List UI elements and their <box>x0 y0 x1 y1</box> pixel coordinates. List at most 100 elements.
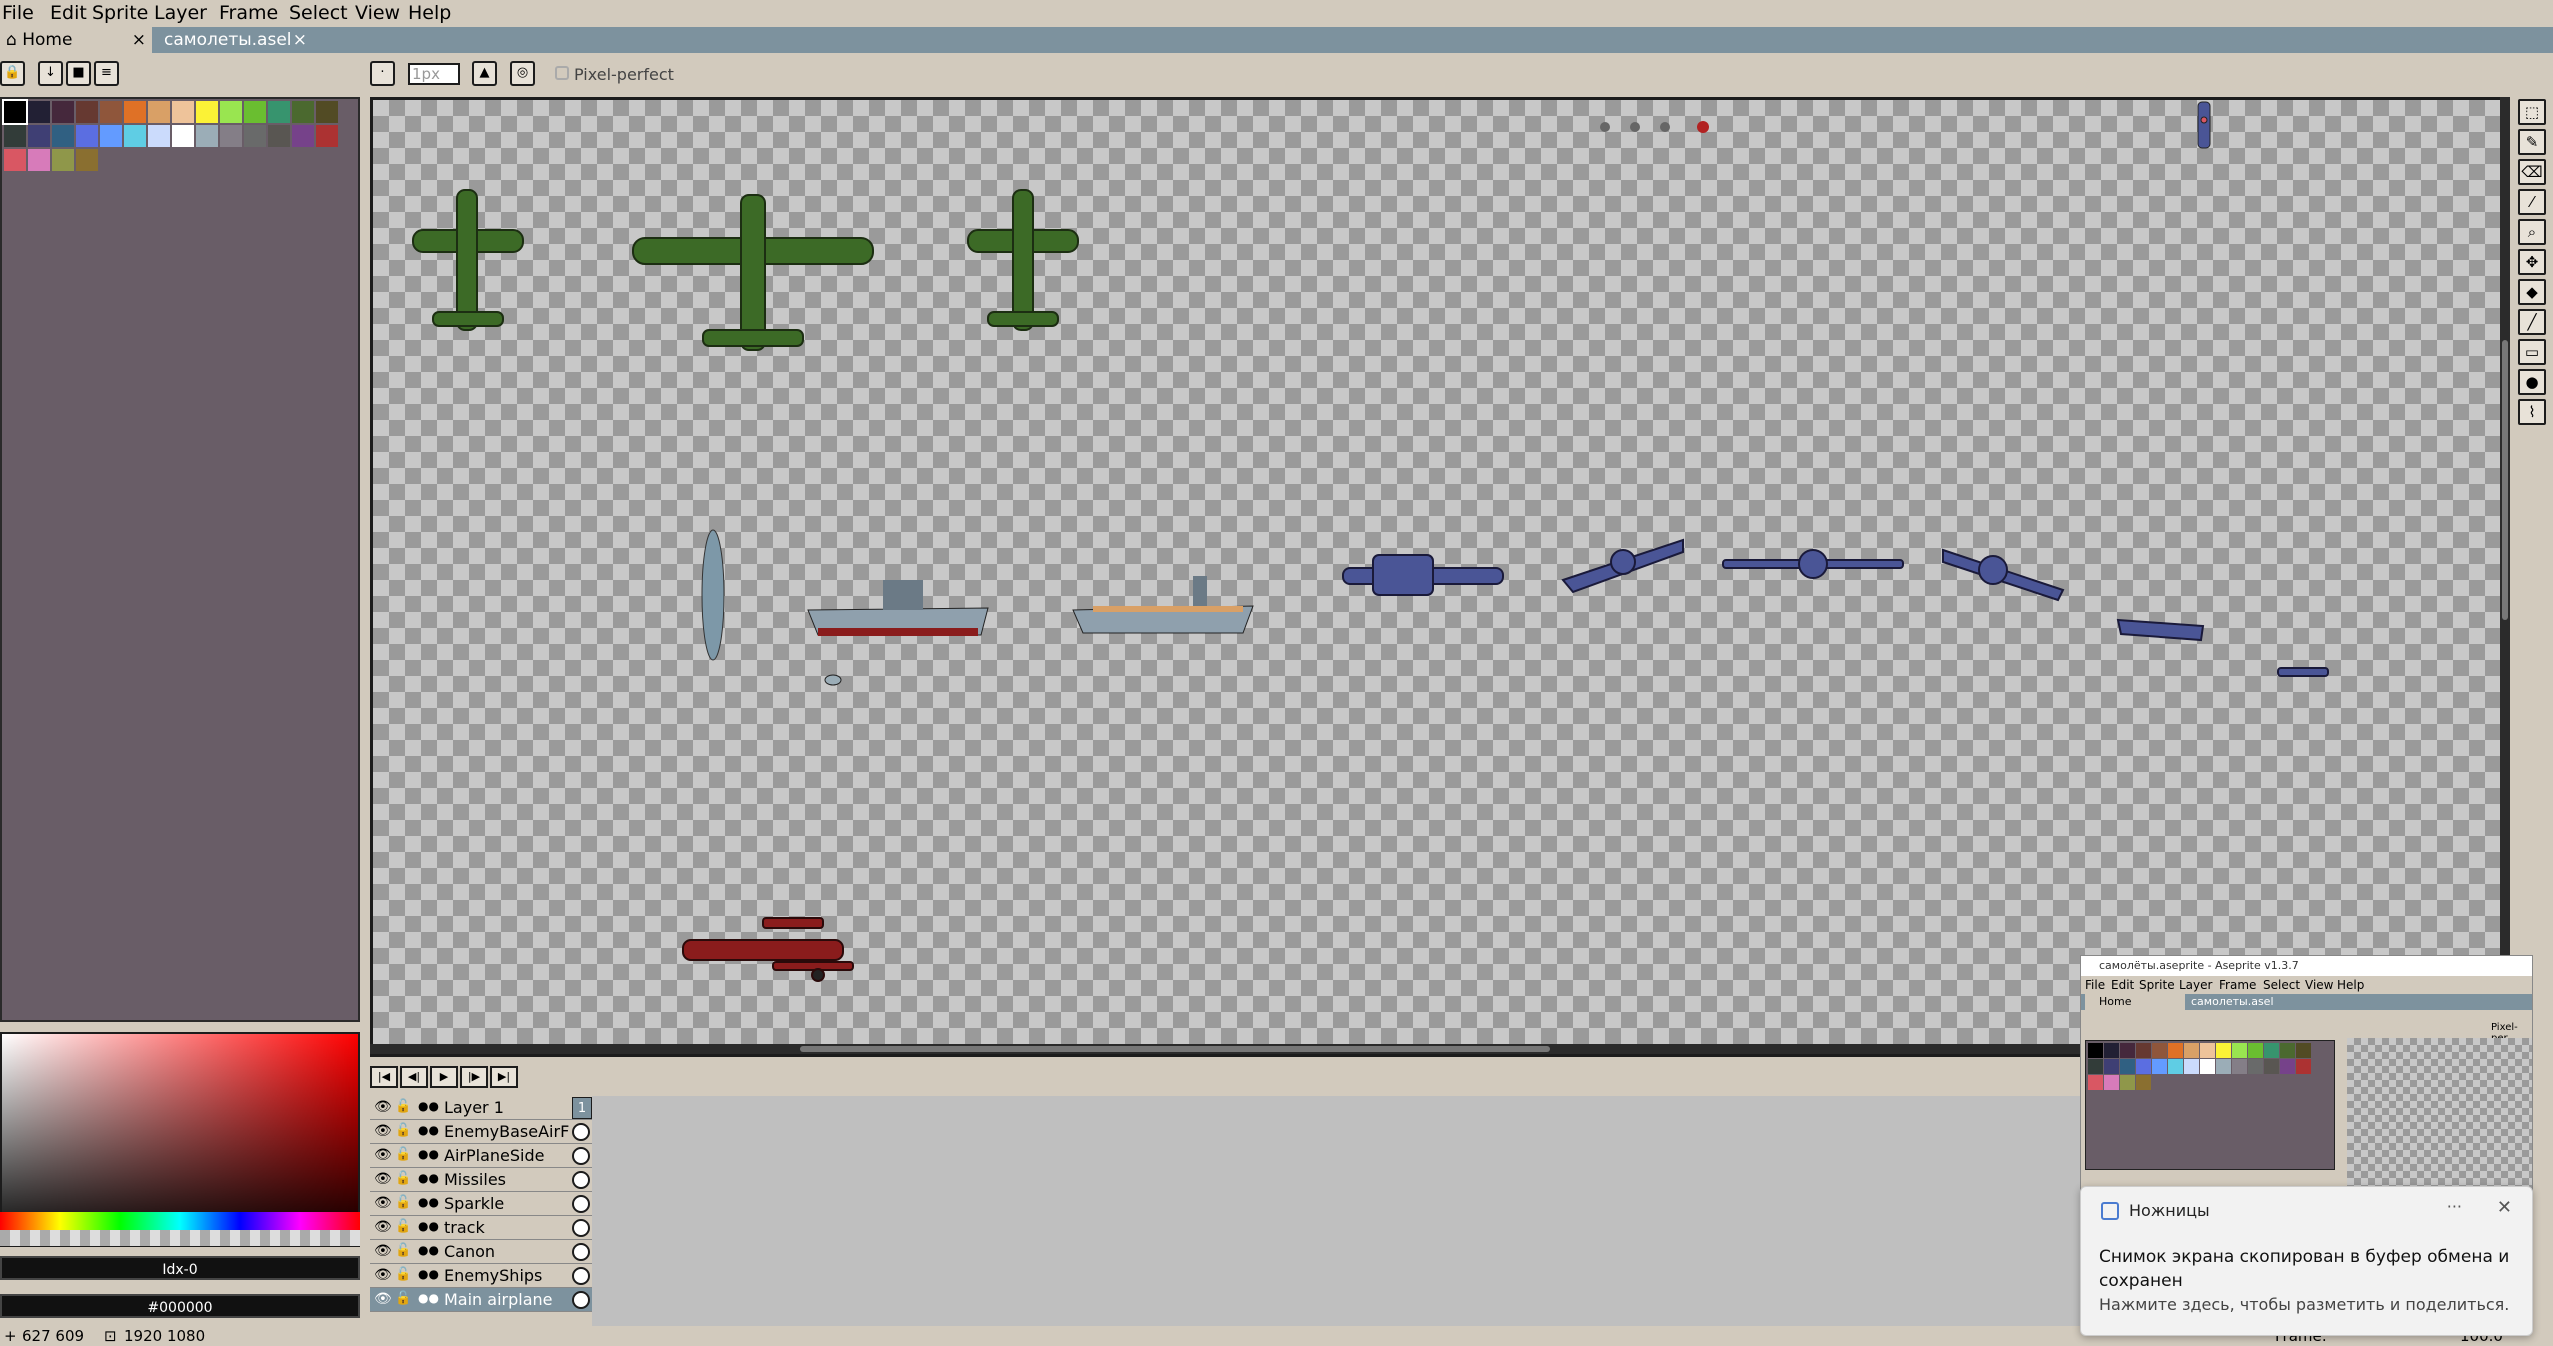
visibility-icon[interactable]: 👁 <box>374 1099 392 1115</box>
palette-swatch[interactable] <box>244 125 266 147</box>
continuous-icon[interactable]: ●● <box>418 1123 439 1137</box>
menu-select[interactable]: Select <box>289 0 348 27</box>
visibility-icon[interactable]: 👁 <box>374 1267 392 1283</box>
snipping-notification[interactable]: Ножницы ··· ✕ Снимок экрана скопирован в… <box>2080 1186 2533 1336</box>
cel[interactable] <box>572 1123 590 1141</box>
continuous-icon[interactable]: ●● <box>418 1291 439 1305</box>
palette-swatch[interactable] <box>28 149 50 171</box>
cel[interactable] <box>572 1291 590 1309</box>
visibility-icon[interactable]: 👁 <box>374 1195 392 1211</box>
move-tool-icon[interactable]: ✥ <box>2518 249 2546 275</box>
tab-home-close-icon[interactable]: × <box>132 27 146 53</box>
palette-swatch[interactable] <box>268 125 290 147</box>
menu-sprite[interactable]: Sprite <box>92 0 148 27</box>
cel[interactable] <box>572 1219 590 1237</box>
eyedropper-tool-icon[interactable]: ⁄ <box>2518 189 2546 215</box>
palette-swatch[interactable] <box>100 101 122 123</box>
palette-swatch[interactable] <box>220 101 242 123</box>
menu-edit[interactable]: Edit <box>50 0 87 27</box>
palette-swatch[interactable] <box>268 101 290 123</box>
continuous-icon[interactable]: ●● <box>418 1243 439 1257</box>
blur-tool-icon[interactable]: ● <box>2518 369 2546 395</box>
visibility-icon[interactable]: 👁 <box>374 1171 392 1187</box>
opacity-icon[interactable]: ◎ <box>510 61 535 86</box>
palette-swatch[interactable] <box>52 149 74 171</box>
lock-icon[interactable]: 🔓 <box>395 1243 411 1258</box>
layer-row-selected[interactable]: 👁 🔓 ●● Main airplane <box>370 1288 592 1312</box>
pencil-tool-icon[interactable]: ✎ <box>2518 129 2546 155</box>
timeline-area[interactable] <box>370 1096 2085 1326</box>
play-icon[interactable]: ▶ <box>430 1066 458 1088</box>
tab-home[interactable]: ⌂ Home × <box>0 27 154 53</box>
palette-swatch[interactable] <box>100 125 122 147</box>
palette-swatch[interactable] <box>148 101 170 123</box>
palette-swatch[interactable] <box>76 101 98 123</box>
snip-preview-window[interactable]: самолёты.aseprite - Aseprite v1.3.7 File… <box>2080 955 2533 1195</box>
sprite-canvas[interactable] <box>370 97 2505 1057</box>
marquee-tool-icon[interactable]: ⬚ <box>2518 99 2546 125</box>
menu-file[interactable]: File <box>2 0 34 27</box>
color-hex-field[interactable]: #000000 <box>0 1294 360 1318</box>
layer-row[interactable]: 👁 🔓 ●● Missiles <box>370 1168 592 1192</box>
palette-swatch[interactable] <box>52 101 74 123</box>
palette-swatch[interactable] <box>220 125 242 147</box>
line-tool-icon[interactable]: ╱ <box>2518 309 2546 335</box>
zoom-tool-icon[interactable]: ⌕ <box>2518 219 2546 245</box>
more-options-icon[interactable]: ··· <box>2447 1197 2462 1216</box>
palette-swatch[interactable] <box>316 125 338 147</box>
palette-swatch[interactable] <box>28 101 50 123</box>
ink-icon[interactable]: ▲ <box>472 61 497 86</box>
cel[interactable] <box>572 1195 590 1213</box>
layer-row[interactable]: 👁 🔓 ●● Canon <box>370 1240 592 1264</box>
tab-file-close-icon[interactable]: × <box>293 27 307 53</box>
layer-row[interactable]: 👁 🔓 ●● EnemyShips <box>370 1264 592 1288</box>
smudge-tool-icon[interactable]: ⌇ <box>2518 399 2546 425</box>
lock-icon[interactable]: 🔓 <box>395 1195 411 1210</box>
visibility-icon[interactable]: 👁 <box>374 1243 392 1259</box>
rectangle-tool-icon[interactable]: ▭ <box>2518 339 2546 365</box>
palette-swatch[interactable] <box>52 125 74 147</box>
prev-frame-icon[interactable]: ◀| <box>400 1066 428 1088</box>
visibility-icon[interactable]: 👁 <box>374 1147 392 1163</box>
vertical-scrollbar-thumb[interactable] <box>2502 340 2508 620</box>
download-icon[interactable]: ↓ <box>38 61 63 86</box>
palette-swatch[interactable] <box>4 125 26 147</box>
palette-swatch[interactable] <box>172 101 194 123</box>
palette-swatch[interactable] <box>76 125 98 147</box>
lock-icon[interactable]: 🔓 <box>395 1267 411 1282</box>
next-frame-icon[interactable]: |▶ <box>460 1066 488 1088</box>
layer-row[interactable]: 👁 🔓 ●● AirPlaneSide <box>370 1144 592 1168</box>
menu-view[interactable]: View <box>355 0 400 27</box>
palette-swatch[interactable] <box>316 101 338 123</box>
cel[interactable] <box>572 1243 590 1261</box>
visibility-icon[interactable]: 👁 <box>374 1219 392 1235</box>
menu-frame[interactable]: Frame <box>219 0 278 27</box>
hue-slider[interactable] <box>0 1212 360 1230</box>
continuous-icon[interactable]: ●● <box>418 1267 439 1281</box>
brush-type-icon[interactable]: · <box>370 61 395 86</box>
palette-swatch[interactable] <box>196 101 218 123</box>
visibility-icon[interactable]: 👁 <box>374 1291 392 1307</box>
layer-row[interactable]: 👁 🔓 ●● Layer 1 <box>370 1096 592 1120</box>
close-icon[interactable]: ✕ <box>2497 1197 2512 1218</box>
pixel-perfect-checkbox[interactable] <box>555 66 569 80</box>
menu-icon[interactable]: ≡ <box>94 61 119 86</box>
layer-row[interactable]: 👁 🔓 ●● EnemyBaseAirF <box>370 1120 592 1144</box>
palette-swatch[interactable] <box>124 125 146 147</box>
palette-swatch[interactable] <box>292 101 314 123</box>
palette-swatch[interactable] <box>2 99 28 125</box>
continuous-icon[interactable]: ●● <box>418 1195 439 1209</box>
palette-swatch[interactable] <box>4 149 26 171</box>
color-index-field[interactable]: Idx-0 <box>0 1256 360 1280</box>
continuous-icon[interactable]: ●● <box>418 1147 439 1161</box>
first-frame-icon[interactable]: |◀ <box>370 1066 398 1088</box>
palette-swatch[interactable] <box>172 125 194 147</box>
continuous-icon[interactable]: ●● <box>418 1171 439 1185</box>
tab-file[interactable]: самолеты.asel × <box>158 27 313 53</box>
fill-tool-icon[interactable]: ◆ <box>2518 279 2546 305</box>
cel[interactable] <box>572 1267 590 1285</box>
cel[interactable] <box>572 1171 590 1189</box>
horizontal-scrollbar-thumb[interactable] <box>800 1046 1550 1052</box>
cel[interactable] <box>572 1147 590 1165</box>
palette-swatch[interactable] <box>124 101 146 123</box>
